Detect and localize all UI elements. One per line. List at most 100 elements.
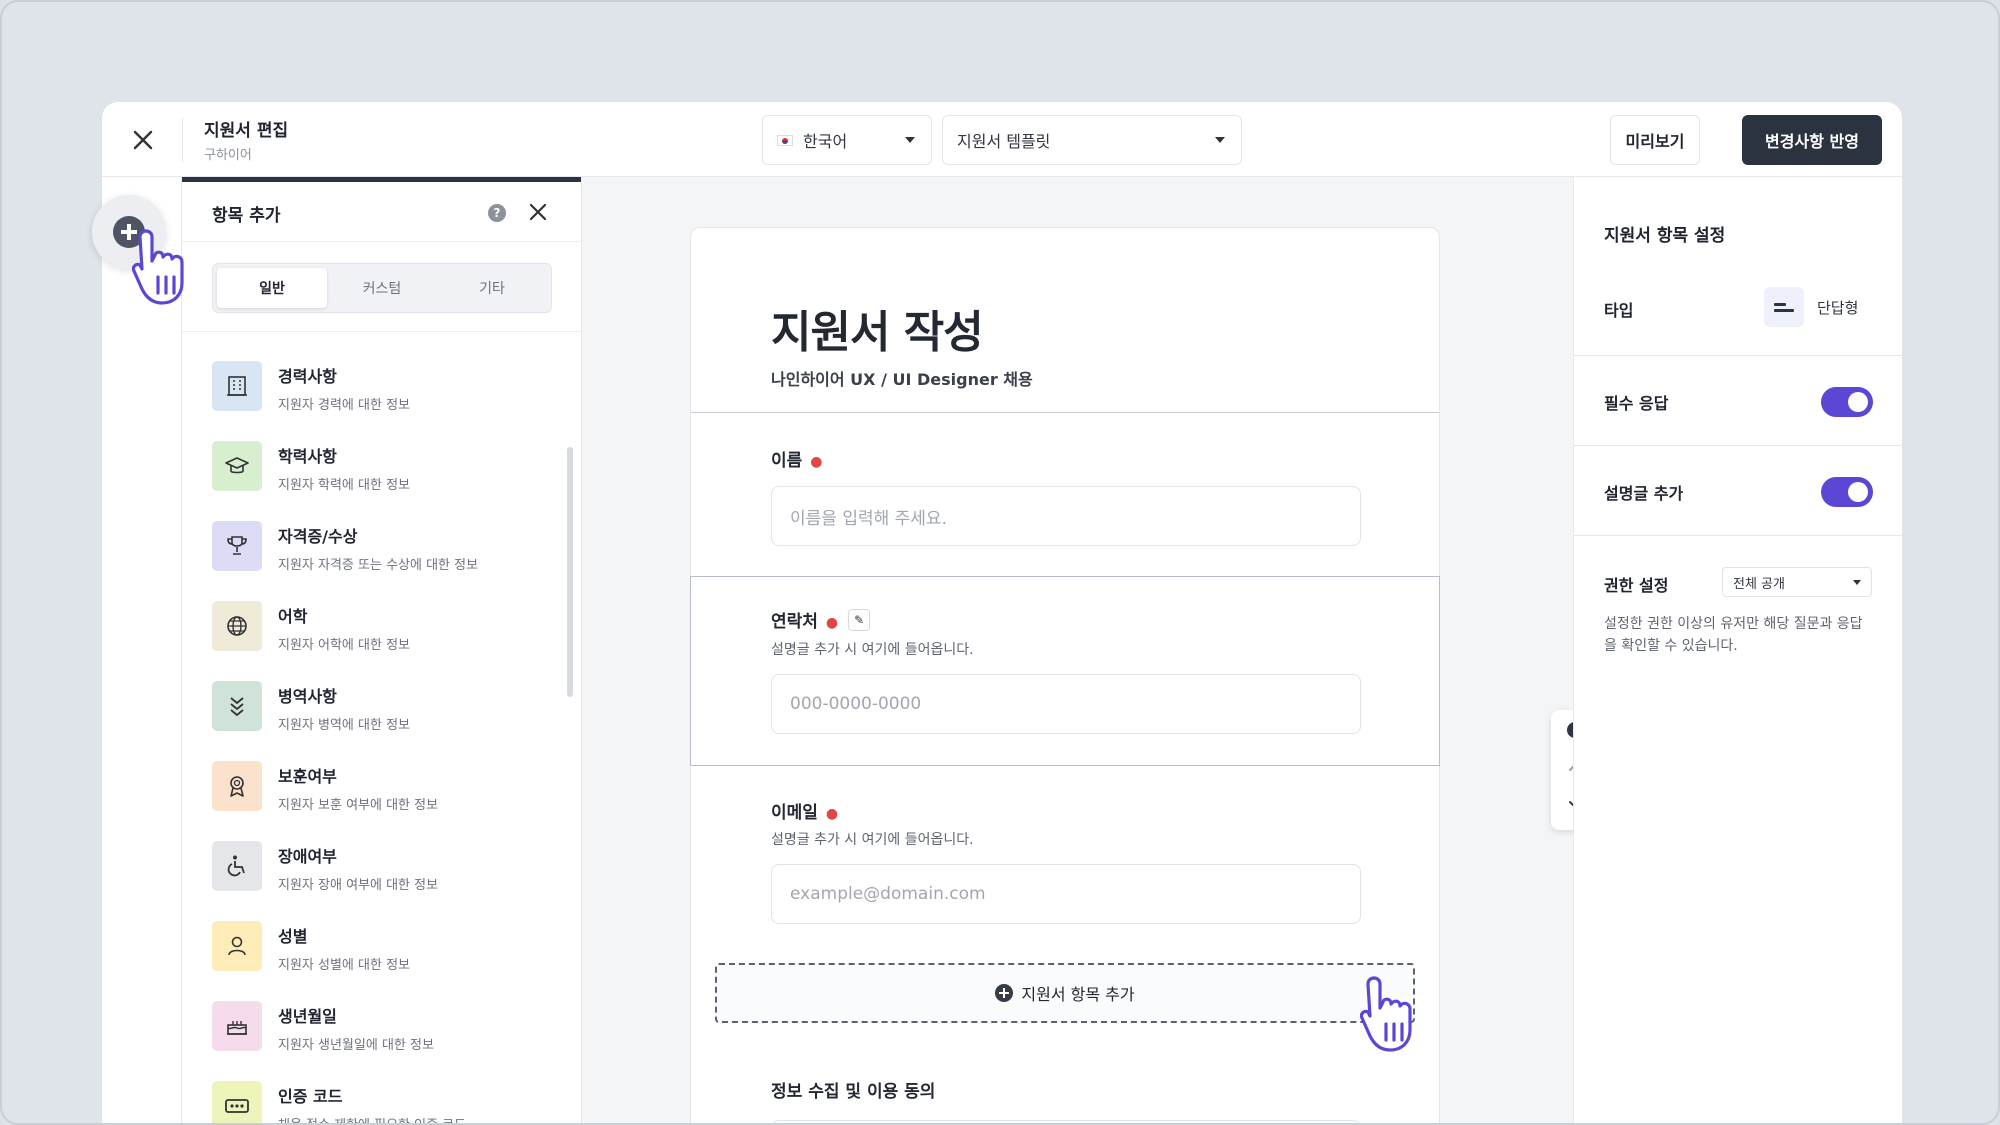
short-answer-icon (1764, 287, 1804, 327)
name-input[interactable]: 이름을 입력해 주세요. (771, 486, 1361, 546)
permission-select[interactable]: 전체 공개 (1722, 567, 1872, 597)
page-title: 지원서 편집 (204, 121, 289, 141)
item-desc: 지원자 자격증 또는 수상에 대한 정보 (278, 558, 479, 573)
tab-other[interactable]: 기타 (437, 268, 547, 308)
korea-flag-icon (777, 134, 793, 146)
item-desc: 지원자 장애 여부에 대한 정보 (278, 878, 439, 893)
selected-field-box[interactable]: 연락처 ● ✎ 설명글 추가 시 여기에 들어옵니다. 000-0000-0000 (690, 576, 1440, 766)
list-item[interactable]: 보훈여부지원자 보훈 여부에 대한 정보 (212, 761, 542, 841)
item-label: 생년월일 (278, 1007, 337, 1026)
chevron-down-icon (1853, 580, 1861, 585)
company-name: 구하이어 (204, 148, 252, 163)
screen: 지원서 편집 구하이어 한국어 지원서 템플릿 미리보기 변경사항 반영 항목 … (0, 0, 2000, 1125)
top-bar: 지원서 편집 구하이어 한국어 지원서 템플릿 미리보기 변경사항 반영 (102, 102, 1902, 177)
consent-box (771, 1120, 1361, 1123)
item-label: 병역사항 (278, 687, 337, 706)
form-title: 지원서 작성 (771, 307, 984, 358)
wheelchair-icon (212, 841, 262, 891)
divider (182, 241, 581, 242)
permission-label: 권한 설정 (1604, 576, 1669, 595)
list-item[interactable]: 경력사항지원자 경력에 대한 정보 (212, 361, 542, 441)
editor-window: 지원서 편집 구하이어 한국어 지원서 템플릿 미리보기 변경사항 반영 항목 … (102, 102, 1902, 1123)
divider (1574, 445, 1902, 446)
list-item[interactable]: 자격증/수상지원자 자격증 또는 수상에 대한 정보 (212, 521, 542, 601)
left-rail (102, 177, 182, 1123)
list-item[interactable]: 성별 지원자 성별에 대한 정보 (212, 921, 542, 1001)
globe-icon (212, 601, 262, 651)
close-icon[interactable] (130, 127, 156, 153)
hand-pointer-icon (1360, 976, 1412, 1052)
field-description: 설명글 추가 시 여기에 들어옵니다. (771, 832, 974, 848)
plus-circle-icon (995, 984, 1014, 1002)
settings-panel: 지원서 항목 설정 타입 단답형 필수 응답 설명글 추가 권한 설정 전체 공… (1573, 177, 1902, 1123)
field-description: 설명글 추가 시 여기에 들어옵니다. (771, 642, 974, 658)
help-icon[interactable]: ? (488, 204, 506, 222)
add-item-panel: 항목 추가 ? 일반 커스텀 기타 경력사항지원자 경력에 대한 정보 학력사 (182, 177, 582, 1123)
email-input[interactable]: example@domain.com (771, 864, 1361, 924)
hand-pointer-icon (132, 229, 184, 305)
required-dot: ● (825, 615, 839, 631)
form-subtitle: 나인하이어 UX / UI Designer 채용 (771, 370, 1033, 389)
permission-help-text: 설정한 권한 이상의 유저만 해당 질문과 응답을 확인할 수 있습니다. (1604, 616, 1863, 654)
scrollbar[interactable] (567, 447, 573, 697)
item-label: 자격증/수상 (278, 527, 358, 546)
divider (1574, 355, 1902, 356)
phone-input[interactable]: 000-0000-0000 (771, 674, 1361, 734)
trophy-icon (212, 521, 262, 571)
panel-title: 항목 추가 (212, 206, 281, 226)
description-label: 설명글 추가 (1604, 484, 1684, 503)
item-label: 장애여부 (278, 847, 337, 866)
add-form-item-button[interactable]: 지원서 항목 추가 (715, 963, 1415, 1023)
list-item[interactable]: 어학 지원자 어학에 대한 정보 (212, 601, 542, 681)
chevron-down-icon (1215, 137, 1225, 143)
description-toggle[interactable] (1821, 477, 1873, 507)
list-item[interactable]: 생년월일 지원자 생년월일에 대한 정보 (212, 1001, 542, 1081)
consent-section-title: 정보 수집 및 이용 동의 (771, 1082, 936, 1102)
tab-custom[interactable]: 커스텀 (327, 268, 437, 308)
divider (182, 331, 581, 332)
required-label: 필수 응답 (1604, 394, 1669, 413)
field-label-text: 이름 (771, 451, 803, 471)
chevrons-down-icon (212, 681, 262, 731)
divider (182, 118, 183, 162)
type-value[interactable]: 단답형 (1817, 297, 1858, 318)
divider (691, 412, 1439, 413)
required-toggle[interactable] (1821, 387, 1873, 417)
apply-changes-button[interactable]: 변경사항 반영 (1742, 115, 1882, 165)
field-label-text: 연락처 (771, 612, 818, 632)
field-label-text: 이메일 (771, 803, 818, 823)
item-desc: 지원자 경력에 대한 정보 (278, 398, 410, 413)
list-item[interactable]: 학력사항지원자 학력에 대한 정보 (212, 441, 542, 521)
required-dot: ● (825, 806, 839, 822)
item-label: 보훈여부 (278, 767, 337, 786)
item-desc: 지원자 학력에 대한 정보 (278, 478, 410, 493)
item-label: 경력사항 (278, 367, 337, 386)
pencil-icon[interactable]: ✎ (848, 609, 871, 631)
building-icon (212, 361, 262, 411)
contact-field-label: 연락처 ● ✎ (771, 607, 871, 633)
item-desc: 지원자 어학에 대한 정보 (278, 638, 410, 653)
award-icon (212, 761, 262, 811)
close-icon[interactable] (526, 200, 550, 224)
template-value: 지원서 템플릿 (957, 132, 1051, 151)
tab-general[interactable]: 일반 (217, 268, 327, 308)
preview-button[interactable]: 미리보기 (1610, 115, 1700, 165)
language-value: 한국어 (803, 132, 848, 151)
person-icon (212, 921, 262, 971)
code-icon (212, 1081, 262, 1123)
item-desc: 지원자 병역에 대한 정보 (278, 718, 410, 733)
template-select[interactable]: 지원서 템플릿 (942, 115, 1242, 165)
divider (1574, 535, 1902, 536)
item-list: 경력사항지원자 경력에 대한 정보 학력사항지원자 학력에 대한 정보 자격증/… (212, 361, 542, 1123)
cake-icon (212, 1001, 262, 1051)
chevron-down-icon (905, 137, 915, 143)
application-form: 지원서 작성 나인하이어 UX / UI Designer 채용 이름 ● 이름을… (690, 227, 1440, 1123)
list-item[interactable]: 장애여부지원자 장애 여부에 대한 정보 (212, 841, 542, 921)
list-item[interactable]: 인증 코드채용 접수 제한에 필요한 인증 코드 (212, 1081, 542, 1123)
item-label: 학력사항 (278, 447, 337, 466)
list-item[interactable]: 병역사항지원자 병역에 대한 정보 (212, 681, 542, 761)
item-desc: 지원자 성별에 대한 정보 (278, 958, 410, 973)
category-tabs: 일반 커스텀 기타 (212, 263, 552, 313)
item-desc: 지원자 보훈 여부에 대한 정보 (278, 798, 439, 813)
language-select[interactable]: 한국어 (762, 115, 932, 165)
